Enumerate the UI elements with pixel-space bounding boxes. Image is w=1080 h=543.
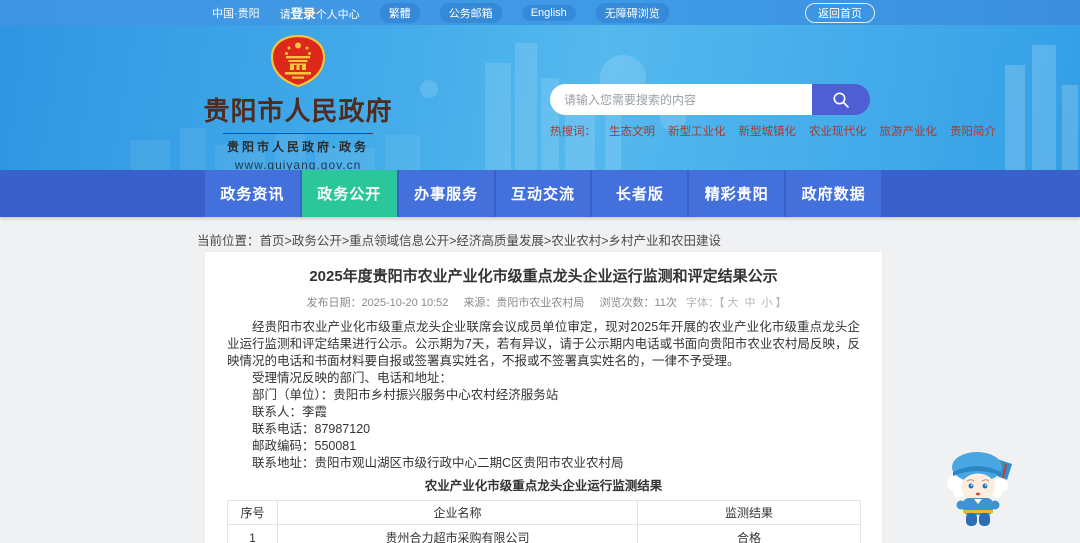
font-size-close: 】 bbox=[775, 297, 787, 309]
main-nav-tabs: 政务资讯 政务公开 办事服务 互动交流 长者版 精彩贵阳 政府数据 bbox=[205, 170, 882, 217]
contact-line-department: 部门（单位）：贵阳市乡村振兴服务中心农村经济服务站 bbox=[252, 388, 559, 402]
article-card: 2025年度贵阳市农业产业化市级重点龙头企业运行监测和评定结果公示 发布日期：2… bbox=[205, 252, 882, 543]
hot-word-urbanization[interactable]: 新型城镇化 bbox=[739, 123, 797, 139]
hot-search-row: 热搜词： 生态文明 新型工业化 新型城镇化 农业现代化 旅游产业化 贵阳简介 bbox=[550, 123, 996, 139]
topbar-link-china-guiyang[interactable]: 中国·贵阳 bbox=[212, 5, 260, 21]
view-count: 浏览次数：11次 bbox=[599, 297, 677, 309]
topbar: 中国·贵阳 请登录个人中心 繁體 公务邮箱 English 无障碍浏览 返回首页 bbox=[0, 0, 1080, 25]
site-subtitle: 贵阳市人民政府·政务 bbox=[227, 140, 369, 154]
hot-word-industry[interactable]: 新型工业化 bbox=[668, 123, 726, 139]
nav-tab-jingcai-guiyang[interactable]: 精彩贵阳 bbox=[689, 170, 785, 217]
hot-word-tourism[interactable]: 旅游产业化 bbox=[880, 123, 938, 139]
search-input[interactable] bbox=[550, 84, 812, 115]
monitoring-result-table: 序号 企业名称 监测结果 1 贵州合力超市采购有限公司 合格 2 贵州友禾种业有… bbox=[227, 500, 861, 543]
hot-word-agriculture[interactable]: 农业现代化 bbox=[809, 123, 867, 139]
paragraph-contact-intro: 受理情况反映的部门、电话和地址： bbox=[252, 371, 453, 385]
nav-tab-zhengwu-zixun[interactable]: 政务资讯 bbox=[205, 170, 300, 217]
home-button[interactable]: 返回首页 bbox=[805, 2, 875, 23]
header-result: 监测结果 bbox=[637, 500, 861, 525]
article-meta: 发布日期：2025-10-20 10:52 来源：贵阳市农业农村局 浏览次数：1… bbox=[227, 294, 860, 310]
contact-line-phone: 联系电话：87987120 bbox=[252, 422, 371, 436]
article-body: 经贵阳市农业产业化市级重点龙头企业联席会议成员单位审定，现对2025年开展的农业… bbox=[227, 319, 860, 472]
site-logo-block: 贵阳市人民政府 贵阳市人民政府·政务 www.guiyang.gov.cn bbox=[202, 35, 394, 170]
nav-tab-zhengwu-gongkai[interactable]: 政务公开 bbox=[301, 170, 397, 217]
login-suffix: 个人中心 bbox=[315, 9, 360, 21]
site-url: www.guiyang.gov.cn bbox=[234, 158, 362, 170]
article-source: 来源：贵阳市农业农村局 bbox=[463, 297, 585, 309]
font-size-selector: 字体：【大中小】 bbox=[686, 297, 787, 309]
skyline-decoration-right bbox=[1005, 45, 1078, 170]
breadcrumb-path[interactable]: 首页>政务公开>重点领域信息公开>经济高质量发展>农业农村>乡村产业和农田建设 bbox=[260, 234, 722, 248]
search-icon bbox=[833, 92, 849, 108]
banner: 贵阳市人民政府 贵阳市人民政府·政务 www.guiyang.gov.cn 热搜… bbox=[0, 25, 1080, 170]
nav-tab-hudong-jiaoliu[interactable]: 互动交流 bbox=[495, 170, 591, 217]
cell-company: 贵州合力超市采购有限公司 bbox=[277, 524, 638, 543]
header-serial: 序号 bbox=[227, 500, 278, 525]
cell-serial: 1 bbox=[227, 524, 278, 543]
nav-tab-banshi-fuwu[interactable]: 办事服务 bbox=[398, 170, 494, 217]
title-divider bbox=[223, 133, 373, 134]
topbar-link-traditional[interactable]: 繁體 bbox=[379, 2, 420, 23]
nav-tab-zhengfu-shuju[interactable]: 政府数据 bbox=[786, 170, 882, 217]
cell-result: 合格 bbox=[637, 524, 861, 543]
table-caption: 农业产业化市级重点龙头企业运行监测结果 bbox=[424, 479, 663, 493]
page: 中国·贵阳 请登录个人中心 繁體 公务邮箱 English 无障碍浏览 返回首页 bbox=[0, 0, 1080, 543]
breadcrumb-label: 当前位置： bbox=[197, 234, 260, 248]
font-size-open: 字体：【 bbox=[685, 297, 725, 309]
hot-search-label: 热搜词： bbox=[550, 126, 596, 138]
nav-tab-zhangzheban[interactable]: 长者版 bbox=[592, 170, 688, 217]
main-nav: 政务资讯 政务公开 办事服务 互动交流 长者版 精彩贵阳 政府数据 bbox=[0, 170, 1080, 217]
article-title: 2025年度贵阳市农业产业化市级重点龙头企业运行监测和评定结果公示 bbox=[309, 268, 778, 285]
contact-line-address: 联系地址：贵阳市观山湖区市级行政中心二期C区贵阳市农业农村局 bbox=[252, 456, 624, 470]
publish-date: 发布日期：2025-10-20 10:52 bbox=[306, 297, 449, 309]
hot-word-guiyang-intro[interactable]: 贵阳简介 bbox=[950, 123, 996, 139]
font-size-medium[interactable]: 中 bbox=[744, 297, 755, 309]
topbar-inner: 中国·贵阳 请登录个人中心 繁體 公务邮箱 English 无障碍浏览 返回首页 bbox=[0, 2, 1080, 23]
topbar-login-link[interactable]: 请登录个人中心 bbox=[280, 3, 360, 22]
topbar-link-accessibility[interactable]: 无障碍浏览 bbox=[595, 2, 669, 23]
hot-word-ecology[interactable]: 生态文明 bbox=[609, 123, 655, 139]
mascot-icon bbox=[947, 452, 1012, 526]
search-row bbox=[550, 84, 870, 115]
font-size-large[interactable]: 大 bbox=[727, 297, 738, 309]
national-emblem-icon bbox=[270, 35, 326, 87]
font-size-small[interactable]: 小 bbox=[761, 297, 772, 309]
table-row: 1 贵州合力超市采购有限公司 合格 bbox=[227, 524, 861, 543]
topbar-link-official-mail[interactable]: 公务邮箱 bbox=[439, 2, 502, 23]
table-header-row: 序号 企业名称 监测结果 bbox=[227, 500, 861, 525]
paragraph-announcement: 经贵阳市农业产业化市级重点龙头企业联席会议成员单位审定，现对2025年开展的农业… bbox=[227, 320, 860, 368]
contact-line-postcode: 邮政编码：550081 bbox=[252, 439, 357, 453]
bokeh-circle bbox=[420, 80, 438, 98]
topbar-link-english[interactable]: English bbox=[521, 4, 576, 21]
login-strong: 登录 bbox=[290, 7, 316, 21]
login-prefix: 请 bbox=[279, 9, 291, 21]
mascot-widget[interactable] bbox=[944, 446, 1016, 528]
search-block: 热搜词： 生态文明 新型工业化 新型城镇化 农业现代化 旅游产业化 贵阳简介 bbox=[550, 84, 996, 139]
contact-line-person: 联系人：李霞 bbox=[252, 405, 328, 419]
search-button[interactable] bbox=[812, 84, 870, 115]
site-title: 贵阳市人民政府 bbox=[203, 96, 393, 126]
breadcrumb: 当前位置：首页>政务公开>重点领域信息公开>经济高质量发展>农业农村>乡村产业和… bbox=[197, 230, 721, 249]
header-company: 企业名称 bbox=[277, 500, 638, 525]
